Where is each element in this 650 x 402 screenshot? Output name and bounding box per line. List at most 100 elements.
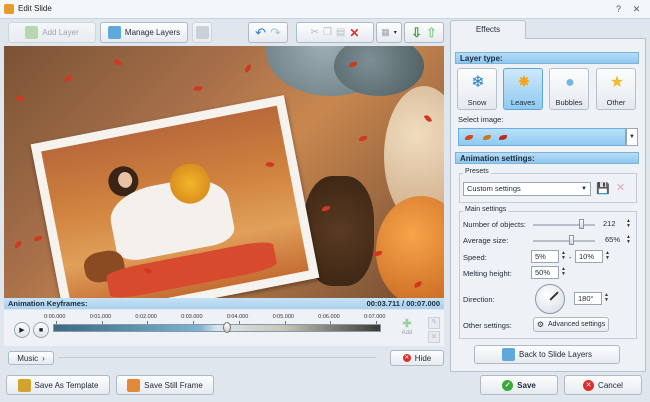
timeline-track[interactable]	[53, 324, 381, 332]
melting-height-spinner[interactable]: ▲ ▼	[561, 267, 566, 277]
save-button[interactable]: ✓ Save	[480, 375, 558, 395]
move-down-icon[interactable]: ⇩	[411, 25, 422, 41]
stop-button[interactable]: ■	[33, 322, 49, 338]
undo-redo-group: ↶ ↷	[248, 22, 288, 43]
cancel-label: Cancel	[598, 380, 623, 390]
snowflake-icon: ❄	[471, 74, 485, 91]
photo-frame[interactable]	[30, 95, 320, 298]
save-still-frame-button[interactable]: Save Still Frame	[116, 375, 214, 395]
speed-min-field[interactable]: 5%	[531, 250, 559, 263]
speed-max-spinner[interactable]: ▲ ▼	[605, 251, 610, 261]
timeline-tick	[238, 321, 240, 324]
average-size-thumb[interactable]	[569, 235, 575, 245]
layer-type-snow[interactable]: ❄ Snow	[457, 68, 497, 110]
manage-layers-button[interactable]: Manage Layers	[100, 22, 188, 43]
timeline-tick	[147, 321, 149, 324]
redo-icon[interactable]: ↷	[270, 25, 281, 41]
edit-group: ✂ ❐ ▤ ✕	[296, 22, 374, 43]
frame-icon	[127, 378, 141, 392]
direction-spinner[interactable]: ▲ ▼	[604, 293, 609, 303]
timeline-tick-label: 0:03.000	[181, 314, 203, 320]
timeline-tick	[101, 321, 103, 324]
direction-field[interactable]: 180°	[574, 292, 602, 305]
move-up-icon[interactable]: ⇧	[426, 25, 437, 41]
chevron-down-icon: ▼	[581, 186, 587, 192]
melting-height-field[interactable]: 50%	[531, 266, 559, 279]
add-keyframe-button[interactable]: ✚ Add	[398, 318, 416, 340]
leaf-icon	[359, 136, 367, 141]
timeline-tick-label: 0:06.000	[318, 314, 340, 320]
direction-dial[interactable]	[535, 284, 565, 314]
layer-type-bubbles[interactable]: ● Bubbles	[549, 68, 589, 110]
other-settings-label: Other settings:	[463, 321, 512, 330]
number-of-objects-spinner[interactable]: ▲ ▼	[626, 219, 631, 229]
save-label: Save	[517, 380, 536, 390]
timeline-tick-label: 0:00.000	[44, 314, 66, 320]
music-button[interactable]: Music ›	[8, 351, 54, 365]
keyframes-header: Animation Keyframes: 00:03.711 / 00:07.0…	[4, 298, 444, 309]
back-to-slide-layers-button[interactable]: Back to Slide Layers	[474, 345, 620, 364]
music-track	[58, 357, 376, 358]
average-size-spinner[interactable]: ▲ ▼	[626, 235, 631, 245]
average-size-slider[interactable]	[533, 240, 595, 242]
layers-icon	[502, 348, 516, 361]
leaf-icon	[15, 94, 25, 103]
delete-keyframe-icon[interactable]: ✕	[428, 331, 440, 343]
edit-keyframe-icon[interactable]: ✎	[428, 317, 440, 329]
hide-label: Hide	[414, 353, 432, 363]
timeline-tick-label: 0:04.000	[226, 314, 249, 320]
number-of-objects-slider[interactable]	[533, 224, 595, 226]
tab-effects[interactable]: Effects	[450, 20, 526, 39]
leaf-icon	[63, 74, 73, 83]
play-button[interactable]: ▶	[14, 322, 30, 338]
play-icon: ▶	[19, 327, 25, 334]
delete-icon[interactable]: ✕	[349, 26, 359, 40]
timeline-tick-label: 0:05.000	[272, 314, 294, 320]
speed-dash: -	[569, 253, 572, 262]
window-title: Edit Slide	[18, 4, 52, 13]
number-of-objects-value[interactable]: 212	[600, 218, 624, 230]
image-selector-dropdown[interactable]: ▼	[626, 128, 638, 146]
melting-height-label: Melting height:	[463, 269, 512, 278]
advanced-settings-button[interactable]: ⚙ Advanced settings	[533, 317, 609, 332]
playhead-handle[interactable]	[222, 322, 231, 333]
layer-type-leaves[interactable]: ✸ Leaves	[503, 68, 543, 110]
paste-icon[interactable]: ▤	[336, 27, 345, 38]
title-bar: Edit Slide ? ✕	[0, 0, 650, 19]
plus-icon	[25, 26, 39, 39]
close-icon[interactable]: ✕	[630, 3, 643, 15]
align-dropdown[interactable]: ▦ ▾	[376, 22, 402, 43]
advanced-settings-label: Advanced settings	[547, 321, 606, 328]
average-size-value[interactable]: 65%	[602, 234, 624, 246]
cancel-button[interactable]: ✕ Cancel	[564, 375, 642, 395]
direction-needle	[549, 291, 559, 301]
orange-pumpkin	[376, 196, 444, 298]
snow-label: Snow	[467, 98, 487, 107]
hide-button[interactable]: ✕ Hide	[390, 350, 444, 366]
timeline-tick	[376, 321, 377, 324]
copy-icon[interactable]: ❐	[323, 27, 332, 38]
help-icon[interactable]: ?	[612, 3, 625, 15]
image-selector[interactable]	[458, 128, 626, 146]
order-group: ⇩ ⇧	[404, 22, 444, 43]
layer-type-other[interactable]: ★ Other	[596, 68, 636, 110]
delete-preset-icon[interactable]: ✕	[616, 181, 625, 194]
save-as-template-button[interactable]: Save As Template	[6, 375, 110, 395]
gear-icon: ⚙	[536, 320, 544, 329]
keyframes-label: Animation Keyframes:	[8, 299, 88, 308]
add-keyframe-label: Add	[401, 330, 413, 336]
speed-max-field[interactable]: 10%	[575, 250, 603, 263]
duplicate-button[interactable]	[192, 22, 212, 43]
speed-min-spinner[interactable]: ▲ ▼	[561, 251, 566, 261]
animation-settings-header: Animation settings:	[455, 152, 639, 164]
cut-icon[interactable]: ✂	[311, 27, 319, 38]
plus-icon: ✚	[402, 318, 412, 330]
undo-icon[interactable]: ↶	[255, 25, 266, 41]
slide-preview[interactable]	[4, 46, 444, 298]
leaves-label: Leaves	[510, 98, 536, 107]
preset-select[interactable]: Custom settings ▼	[463, 182, 591, 196]
cancel-icon: ✕	[583, 379, 595, 391]
number-of-objects-thumb[interactable]	[579, 219, 585, 229]
add-layer-button[interactable]: Add Layer	[8, 22, 96, 43]
save-preset-icon[interactable]: 💾	[596, 182, 610, 195]
